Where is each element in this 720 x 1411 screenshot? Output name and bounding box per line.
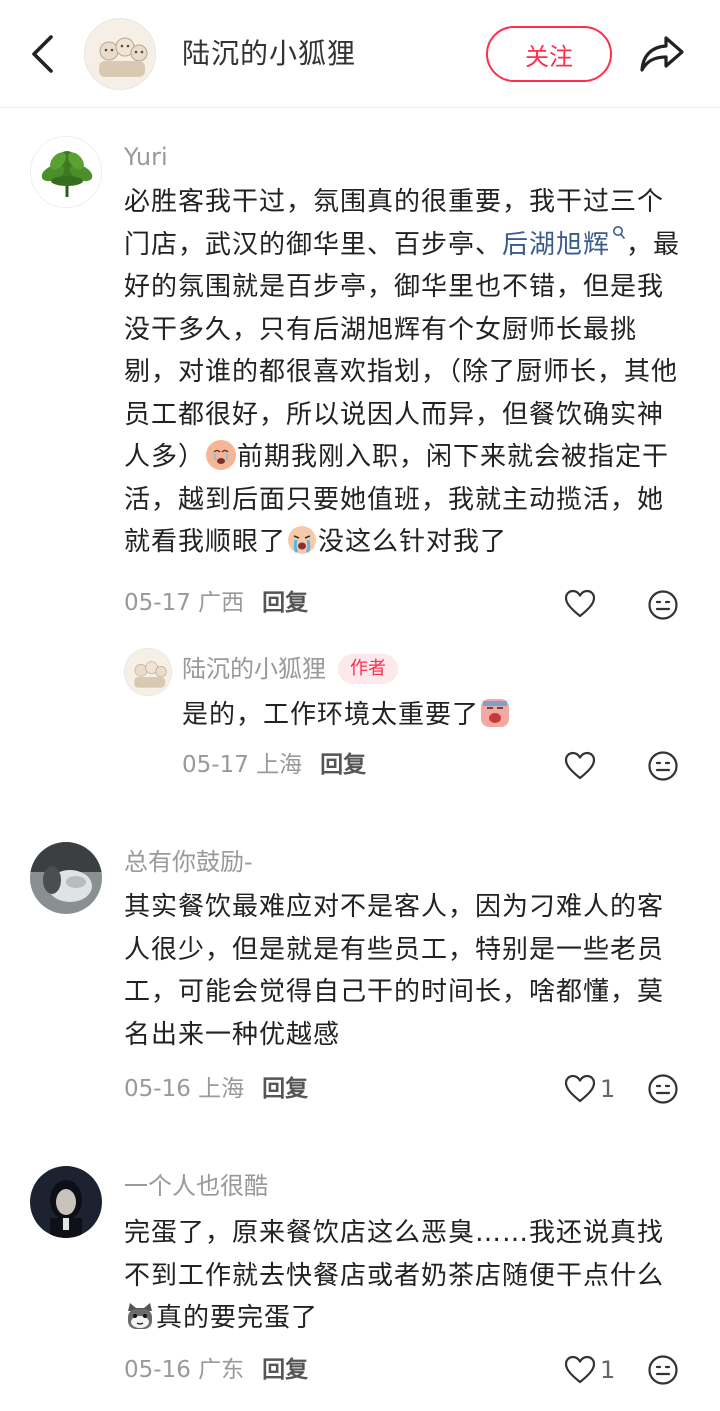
reply-date: 05-17 (182, 752, 249, 778)
crying-face-emoji-icon (287, 525, 317, 555)
reply-text-part: 是的，工作环境太重要了 (182, 700, 480, 730)
reply-author-line: 陆沉的小狐狸 作者 (182, 652, 398, 686)
back-button[interactable] (22, 30, 62, 78)
comment-location: 广东 (198, 1357, 245, 1383)
comment-text-part: ，最好的氛围就是百步亭，御华里也不错，但是我没干多久，只有后湖旭辉有个女厨师长最… (124, 229, 681, 473)
heart-outline-icon (564, 1355, 596, 1384)
reply-button[interactable]: 回复 (262, 1353, 308, 1387)
comment-meta: 05-17 广西 回复 (124, 586, 308, 620)
reply-author-name[interactable]: 陆沉的小狐狸 (182, 655, 326, 683)
reply-button[interactable]: 回复 (262, 586, 308, 620)
sob-face-emoji-icon (206, 440, 237, 470)
emoji-face-icon (648, 1355, 678, 1385)
like-button[interactable]: 1 (564, 1069, 624, 1109)
comment-meta: 05-16 广东 回复 (124, 1353, 308, 1387)
comment-location: 上海 (198, 1076, 245, 1102)
comment-date: 05-16 (124, 1357, 191, 1383)
reply-meta: 05-17 上海 回复 (182, 748, 366, 782)
follow-button[interactable]: 关注 (486, 26, 612, 82)
share-button[interactable] (636, 30, 688, 78)
like-button[interactable] (564, 584, 624, 624)
heart-outline-icon (564, 589, 596, 618)
reply-button[interactable]: 回复 (262, 1072, 308, 1106)
author-avatar[interactable] (84, 18, 156, 90)
reply-button[interactable]: 回复 (320, 748, 366, 782)
heart-outline-icon (564, 1074, 596, 1103)
comment-date: 05-17 (124, 590, 191, 616)
like-count: 1 (600, 1356, 616, 1384)
comment-text: 其实餐饮最难应对不是客人，因为刁难人的客人很少，但是就是有些员工，特别是一些老员… (124, 892, 665, 1050)
top-bar: 陆沉的小狐狸 关注 (0, 0, 720, 108)
commenter-name[interactable]: 总有你鼓励- (124, 845, 253, 879)
hashtag-text: 后湖旭辉 (502, 229, 611, 260)
hashtag-link[interactable]: 后湖旭辉 (502, 225, 626, 260)
commenter-name[interactable]: 一个人也很酷 (124, 1169, 268, 1203)
comment-text-part: 完蛋了，原来餐饮店这么恶臭……我还说真找不到工作就去快餐店或者奶茶店随便干点什么 (124, 1218, 665, 1291)
cat-emoji-icon (125, 1301, 155, 1331)
like-button[interactable]: 1 (564, 1350, 624, 1390)
share-arrow-icon (640, 36, 684, 72)
comment-text: 必胜客我干过，氛围真的很重要，我干过三个门店，武汉的御华里、百步亭、后湖旭辉 ，最… (124, 181, 690, 564)
comment-text-part: 没这么针对我了 (318, 527, 508, 557)
commenter-avatar[interactable] (30, 842, 102, 914)
comment-meta: 05-16 上海 回复 (124, 1072, 308, 1106)
comment-text: 完蛋了，原来餐饮店这么恶臭……我还说真找不到工作就去快餐店或者奶茶店随便干点什么… (124, 1212, 690, 1340)
comment-text-part: 真的要完蛋了 (156, 1303, 319, 1333)
commenter-avatar[interactable] (30, 1166, 102, 1238)
comment-date: 05-16 (124, 1076, 191, 1102)
author-badge: 作者 (338, 654, 398, 684)
commenter-name[interactable]: Yuri (124, 140, 168, 174)
reply-location: 上海 (256, 752, 303, 778)
emoji-react-button[interactable] (646, 749, 680, 783)
like-button[interactable] (564, 746, 624, 786)
comment-location: 广西 (198, 590, 245, 616)
like-count: 1 (600, 1075, 616, 1103)
search-icon (613, 225, 626, 239)
upset-face-emoji-icon (480, 698, 510, 728)
reply-text: 是的，工作环境太重要了 (182, 694, 682, 737)
emoji-react-button[interactable] (646, 588, 680, 622)
commenter-avatar[interactable] (30, 136, 102, 208)
emoji-react-button[interactable] (646, 1072, 680, 1106)
emoji-react-button[interactable] (646, 1353, 680, 1387)
chevron-left-icon (32, 35, 53, 73)
author-avatar[interactable] (124, 648, 172, 696)
emoji-face-icon (648, 751, 678, 781)
emoji-face-icon (648, 1074, 678, 1104)
emoji-face-icon (648, 590, 678, 620)
page-title: 陆沉的小狐狸 (182, 37, 357, 70)
heart-outline-icon (564, 751, 596, 780)
